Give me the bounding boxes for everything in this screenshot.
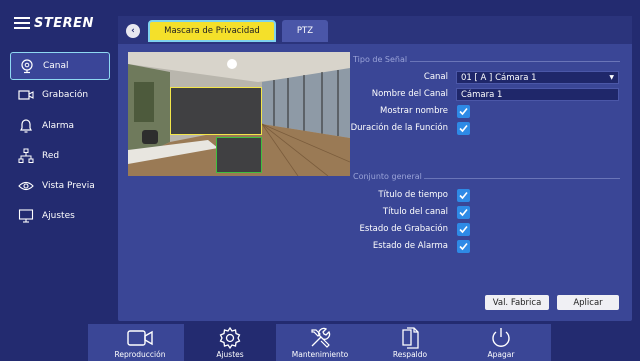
canal-select-value: 01 [ A ] Cámara 1 xyxy=(461,72,537,83)
checkmark-icon xyxy=(459,242,468,251)
label-estado-alarma: Estado de Alarma xyxy=(372,241,448,251)
sidebar-item-label: Red xyxy=(42,151,60,161)
label-titulo-tiempo: Título de tiempo xyxy=(378,190,448,200)
mostrar-nombre-checkbox[interactable] xyxy=(457,105,470,118)
nav-label: Ajustes xyxy=(216,350,244,359)
sidebar: STEREN Canal Grabación Alarma Red Vista … xyxy=(0,0,116,361)
checkmark-icon xyxy=(459,124,468,133)
sidebar-item-label: Grabación xyxy=(42,90,89,100)
nombre-canal-value: Cámara 1 xyxy=(461,89,503,100)
dropdown-arrow-icon: ▼ xyxy=(609,74,614,81)
nav-label: Mantenimiento xyxy=(291,350,349,359)
camera-outline-icon xyxy=(125,326,155,350)
sidebar-item-red[interactable]: Red xyxy=(10,143,110,169)
network-icon xyxy=(18,148,34,163)
sidebar-item-vista-previa[interactable]: Vista Previa xyxy=(10,173,110,199)
label-duracion-funcion: Duración de la Función xyxy=(350,123,448,133)
sidebar-item-alarma[interactable]: Alarma xyxy=(10,113,110,139)
power-icon xyxy=(489,326,513,350)
privacy-mask-2[interactable] xyxy=(216,137,262,173)
gear-icon xyxy=(218,326,242,350)
sidebar-item-label: Ajustes xyxy=(42,211,75,221)
chevron-left-icon: ‹ xyxy=(131,26,135,36)
canal-select[interactable]: 01 [ A ] Cámara 1 ▼ xyxy=(456,71,619,84)
section-divider xyxy=(410,61,620,62)
bell-icon xyxy=(18,119,34,133)
sidebar-item-label: Alarma xyxy=(42,121,74,131)
files-icon xyxy=(398,326,422,350)
estado-grabacion-checkbox[interactable] xyxy=(457,223,470,236)
monitor-icon xyxy=(18,209,34,223)
duracion-funcion-checkbox[interactable] xyxy=(457,122,470,135)
nav-apagar[interactable]: Apagar xyxy=(456,324,546,361)
label-nombre-canal: Nombre del Canal xyxy=(371,89,448,99)
nav-mantenimiento[interactable]: Mantenimiento xyxy=(276,324,364,361)
nombre-canal-input[interactable]: Cámara 1 xyxy=(456,88,619,101)
label-canal: Canal xyxy=(423,72,448,82)
titulo-tiempo-checkbox[interactable] xyxy=(457,189,470,202)
label-estado-grabacion: Estado de Grabación xyxy=(359,224,448,234)
camera-icon xyxy=(19,59,35,74)
brand-logo: STEREN xyxy=(14,12,104,34)
estado-alarma-checkbox[interactable] xyxy=(457,240,470,253)
sidebar-item-label: Canal xyxy=(43,61,69,71)
checkmark-icon xyxy=(459,225,468,234)
section-divider xyxy=(424,178,620,179)
nav-label: Respaldo xyxy=(392,350,428,359)
section-title-conjunto-general: Conjunto general xyxy=(353,172,422,181)
section-title-tipo-senal: Tipo de Señal xyxy=(353,55,408,64)
label-mostrar-nombre: Mostrar nombre xyxy=(380,106,448,116)
logo-text: STEREN xyxy=(34,15,94,31)
sidebar-item-grabacion[interactable]: Grabación xyxy=(10,82,110,108)
sidebar-item-canal[interactable]: Canal xyxy=(10,52,110,80)
nav-reproduccion[interactable]: Reproducción xyxy=(96,324,184,361)
sidebar-item-ajustes[interactable]: Ajustes xyxy=(10,203,110,229)
privacy-mask-1[interactable] xyxy=(170,87,262,135)
label-titulo-canal: Título del canal xyxy=(382,207,448,217)
nav-label: Reproducción xyxy=(114,350,166,359)
tools-icon xyxy=(308,326,332,350)
nav-label: Apagar xyxy=(487,350,515,359)
video-icon xyxy=(18,88,34,102)
steren-logo-icon xyxy=(14,16,30,30)
default-settings-button[interactable]: Val. Fabrica xyxy=(485,295,549,310)
checkmark-icon xyxy=(459,107,468,116)
apply-button[interactable]: Aplicar xyxy=(557,295,619,310)
eye-icon xyxy=(18,179,34,193)
nav-ajustes[interactable]: Ajustes xyxy=(184,324,276,361)
titulo-canal-checkbox[interactable] xyxy=(457,206,470,219)
back-button[interactable]: ‹ xyxy=(126,24,140,38)
checkmark-icon xyxy=(459,191,468,200)
sidebar-item-label: Vista Previa xyxy=(42,181,95,191)
tab-ptz[interactable]: PTZ xyxy=(282,20,328,42)
tab-mascara-privacidad[interactable]: Mascara de Privacidad xyxy=(148,20,276,42)
nav-respaldo[interactable]: Respaldo xyxy=(364,324,456,361)
checkmark-icon xyxy=(459,208,468,217)
